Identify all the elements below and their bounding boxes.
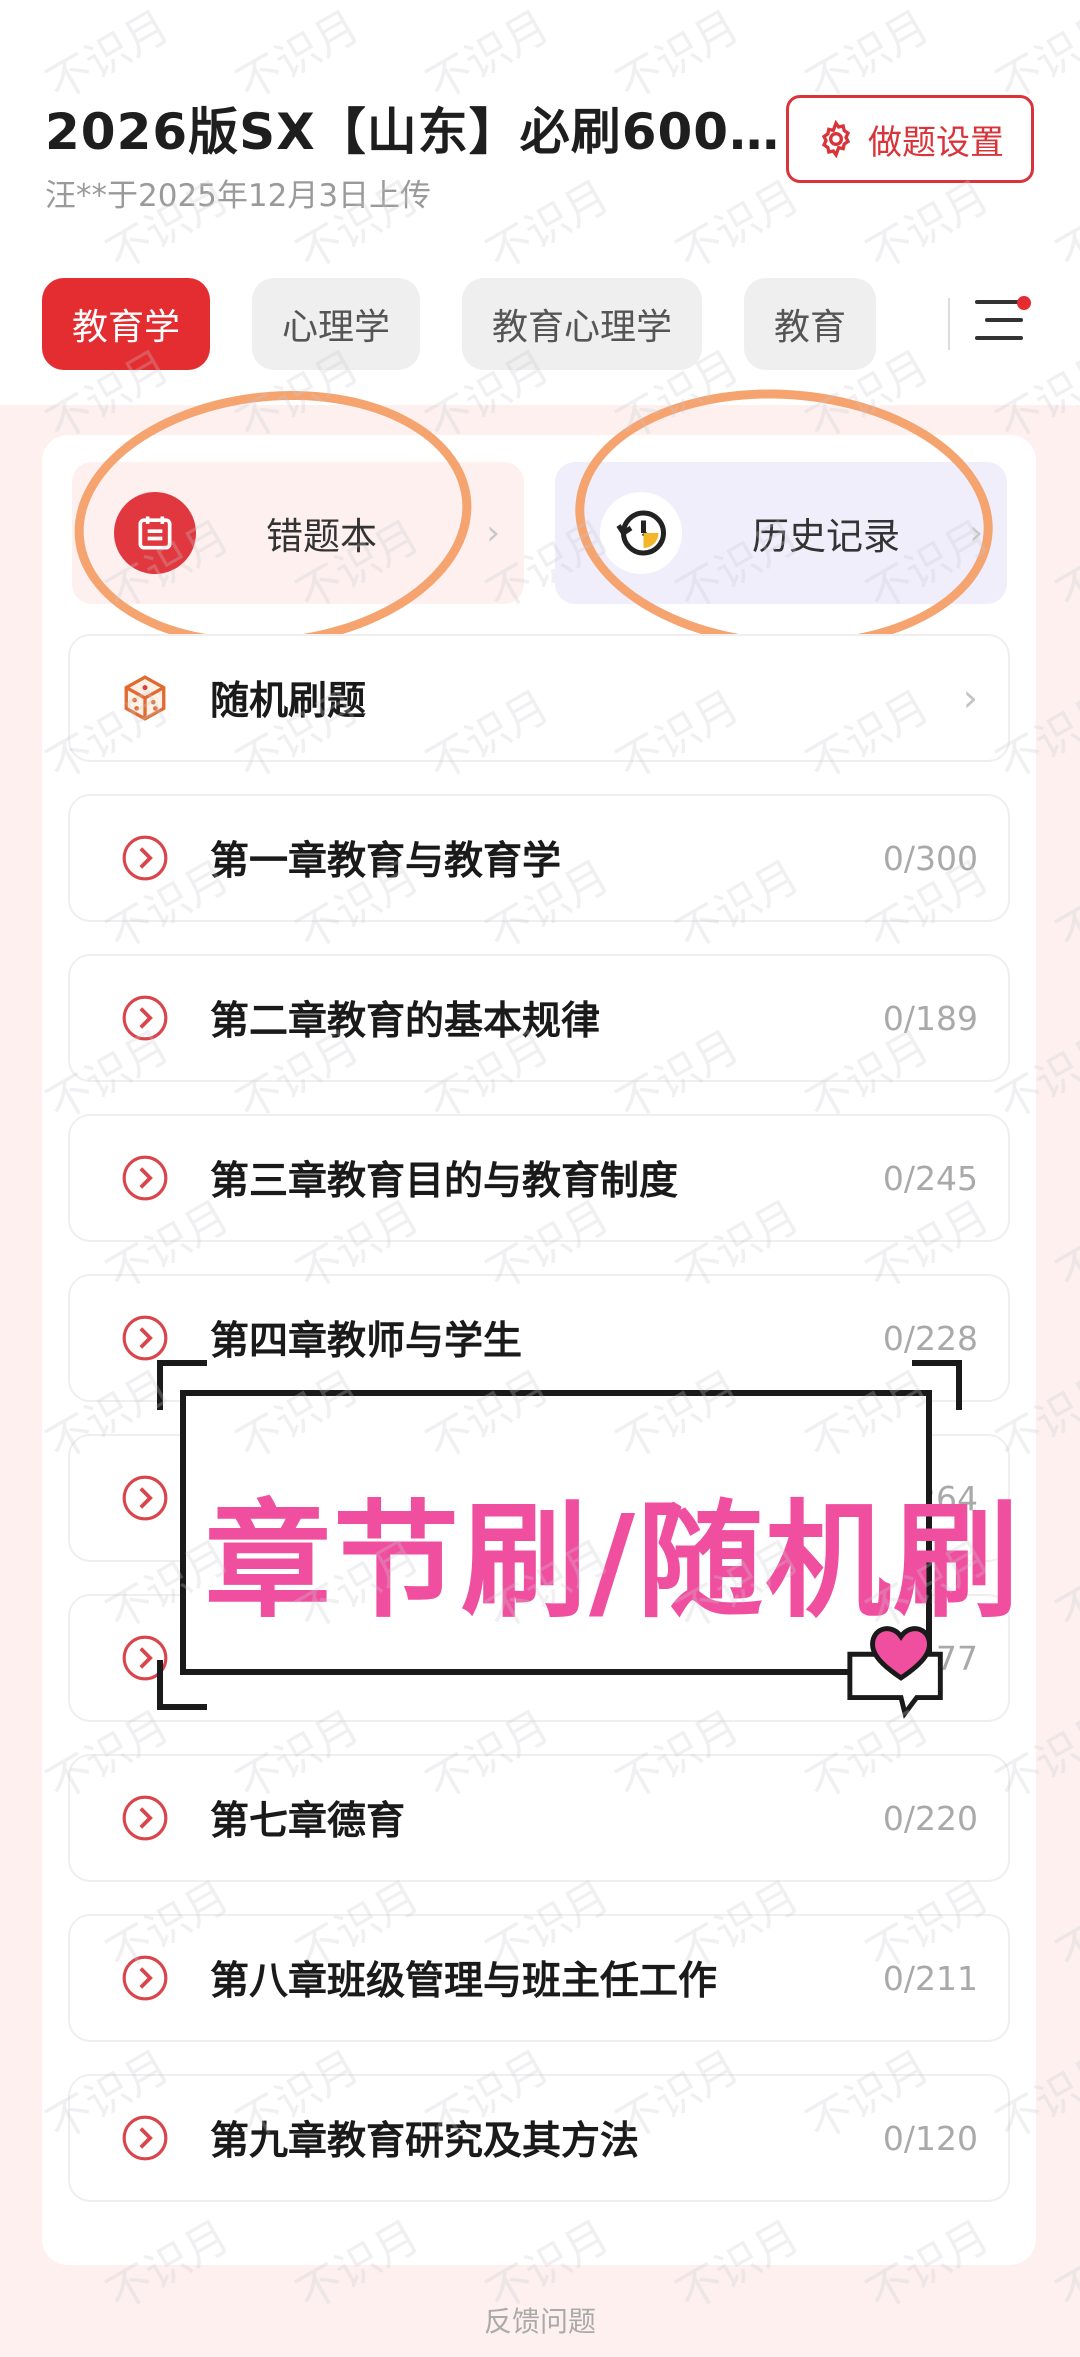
chapter-progress: 0/211 [882, 1958, 978, 1998]
page-title: 2026版SX【山东】必刷6000… [45, 103, 785, 161]
upload-info: 汪**于2025年12月3日上传 [45, 178, 432, 214]
chevron-circle-icon [122, 1315, 168, 1361]
chevron-circle-icon [122, 835, 168, 881]
dice-icon [124, 675, 166, 721]
chapter-title: 第四章教师与学生 [210, 1319, 523, 1364]
chapter-row[interactable]: 第七章德育 0/220 [68, 1754, 1010, 1882]
chapter-row[interactable]: 第四章教师与学生 0/228 [68, 1274, 1010, 1402]
chevron-circle-icon [122, 1795, 168, 1841]
tab-psychology[interactable]: 心理学 [252, 278, 421, 370]
chapter-title: 第三章教育目的与教育制度 [210, 1159, 679, 1204]
random-practice-row[interactable]: 随机刷题 › [68, 634, 1010, 762]
notification-dot [1017, 296, 1031, 310]
chapter-title: 第九章教育研究及其方法 [210, 2119, 640, 2164]
chapter-progress: 0/189 [882, 998, 978, 1038]
chapter-title: 第八章班级管理与班主任工作 [210, 1959, 718, 2004]
chevron-right-icon: › [486, 513, 500, 553]
tab-educational-psychology[interactable]: 教育心理学 [462, 278, 703, 370]
chevron-right-icon: › [962, 676, 978, 720]
chevron-circle-icon [122, 2115, 168, 2161]
chapter-row[interactable]: 第一章教育与教育学 0/300 [68, 794, 1010, 922]
chapter-progress: 0/120 [882, 2118, 978, 2158]
chapter-title: 第一章教育与教育学 [210, 839, 562, 884]
feedback-link[interactable]: 反馈问题 [0, 2300, 1080, 2340]
chapter-progress: 0/228 [882, 1318, 978, 1358]
menu-icon[interactable] [975, 296, 1031, 346]
chapter-progress: 0/220 [882, 1798, 978, 1838]
chevron-circle-icon [122, 1155, 168, 1201]
chevron-circle-icon [122, 1475, 168, 1521]
tab-divider [948, 298, 950, 350]
settings-label: 做题设置 [868, 122, 1004, 163]
chapter-row[interactable]: 第二章教育的基本规律 0/189 [68, 954, 1010, 1082]
random-practice-label: 随机刷题 [210, 679, 367, 724]
chapter-progress: 0/245 [882, 1158, 978, 1198]
chapter-progress: 0/300 [882, 838, 978, 878]
question-settings-button[interactable]: 做题设置 [786, 95, 1034, 183]
subject-tabs: 教育学 心理学 教育心理学 教育 [42, 278, 892, 370]
chapter-title: 第七章德育 [210, 1799, 406, 1844]
chapter-row[interactable]: 第九章教育研究及其方法 0/120 [68, 2074, 1010, 2202]
tab-pedagogy[interactable]: 教育学 [42, 278, 211, 370]
chapter-title: 第二章教育的基本规律 [210, 999, 601, 1044]
chapter-row[interactable]: 第三章教育目的与教育制度 0/245 [68, 1114, 1010, 1242]
chevron-circle-icon [122, 995, 168, 1041]
tab-education-partial[interactable]: 教育 [744, 278, 877, 370]
heart-speech-icon [847, 1626, 943, 1719]
chevron-circle-icon [122, 1955, 168, 2001]
gear-icon [821, 119, 851, 159]
chapter-row[interactable]: 第八章班级管理与班主任工作 0/211 [68, 1914, 1010, 2042]
